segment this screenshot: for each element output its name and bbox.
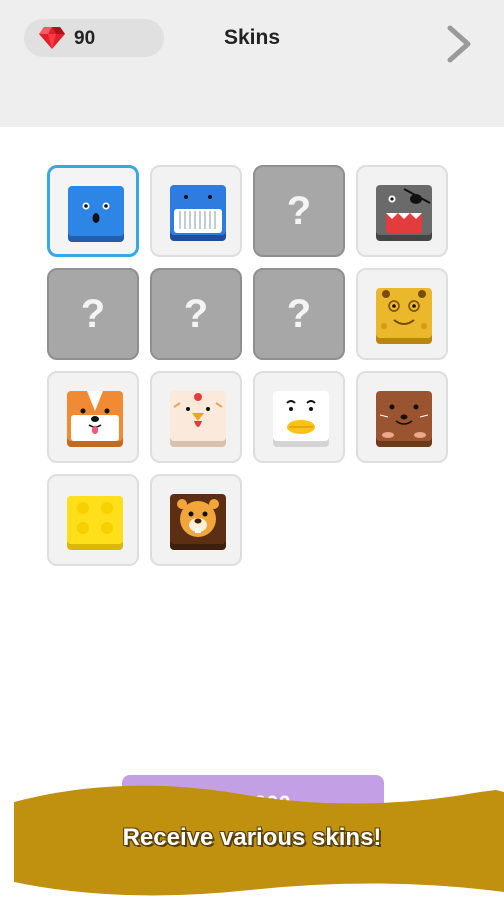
locked-question-mark: ?: [286, 189, 312, 233]
promo-banner: Receive various skins!: [0, 780, 504, 900]
skin-tile-giraffe[interactable]: [356, 268, 448, 360]
locked-question-mark: ?: [286, 292, 312, 336]
skin-tile-pirate[interactable]: [356, 165, 448, 257]
skin-tile-locked[interactable]: ?: [253, 268, 345, 360]
skin-tile-whale[interactable]: [150, 165, 242, 257]
blue-face-skin-icon: [68, 186, 124, 242]
duck-skin-icon: [273, 391, 329, 447]
otter-skin-icon: [376, 391, 432, 447]
giraffe-skin-icon: [376, 288, 432, 344]
skin-tile-duck[interactable]: [253, 371, 345, 463]
page-title: Skins: [223, 26, 281, 49]
skin-tile-chicken[interactable]: [150, 371, 242, 463]
skin-tile-lion[interactable]: [150, 474, 242, 566]
pirate-skin-icon: [376, 185, 432, 241]
corgi-skin-icon: [67, 391, 123, 447]
chevron-right-icon[interactable]: [444, 24, 474, 64]
banner-text: Receive various skins!: [122, 824, 382, 851]
skin-tile-lego[interactable]: [47, 474, 139, 566]
skin-tile-corgi[interactable]: [47, 371, 139, 463]
skin-tile-locked[interactable]: ?: [150, 268, 242, 360]
skin-tile-locked[interactable]: ?: [253, 165, 345, 257]
skin-tile-locked[interactable]: ?: [47, 268, 139, 360]
chicken-skin-icon: [170, 391, 226, 447]
locked-question-mark: ?: [183, 292, 209, 336]
lego-brick-skin-icon: [67, 496, 123, 550]
skin-tile-otter[interactable]: [356, 371, 448, 463]
top-bar: 90 Skins: [0, 0, 504, 127]
locked-question-mark: ?: [80, 292, 106, 336]
skin-tile-blue-face[interactable]: [47, 165, 139, 257]
lion-skin-icon: [170, 494, 226, 550]
whale-skin-icon: [170, 185, 226, 241]
